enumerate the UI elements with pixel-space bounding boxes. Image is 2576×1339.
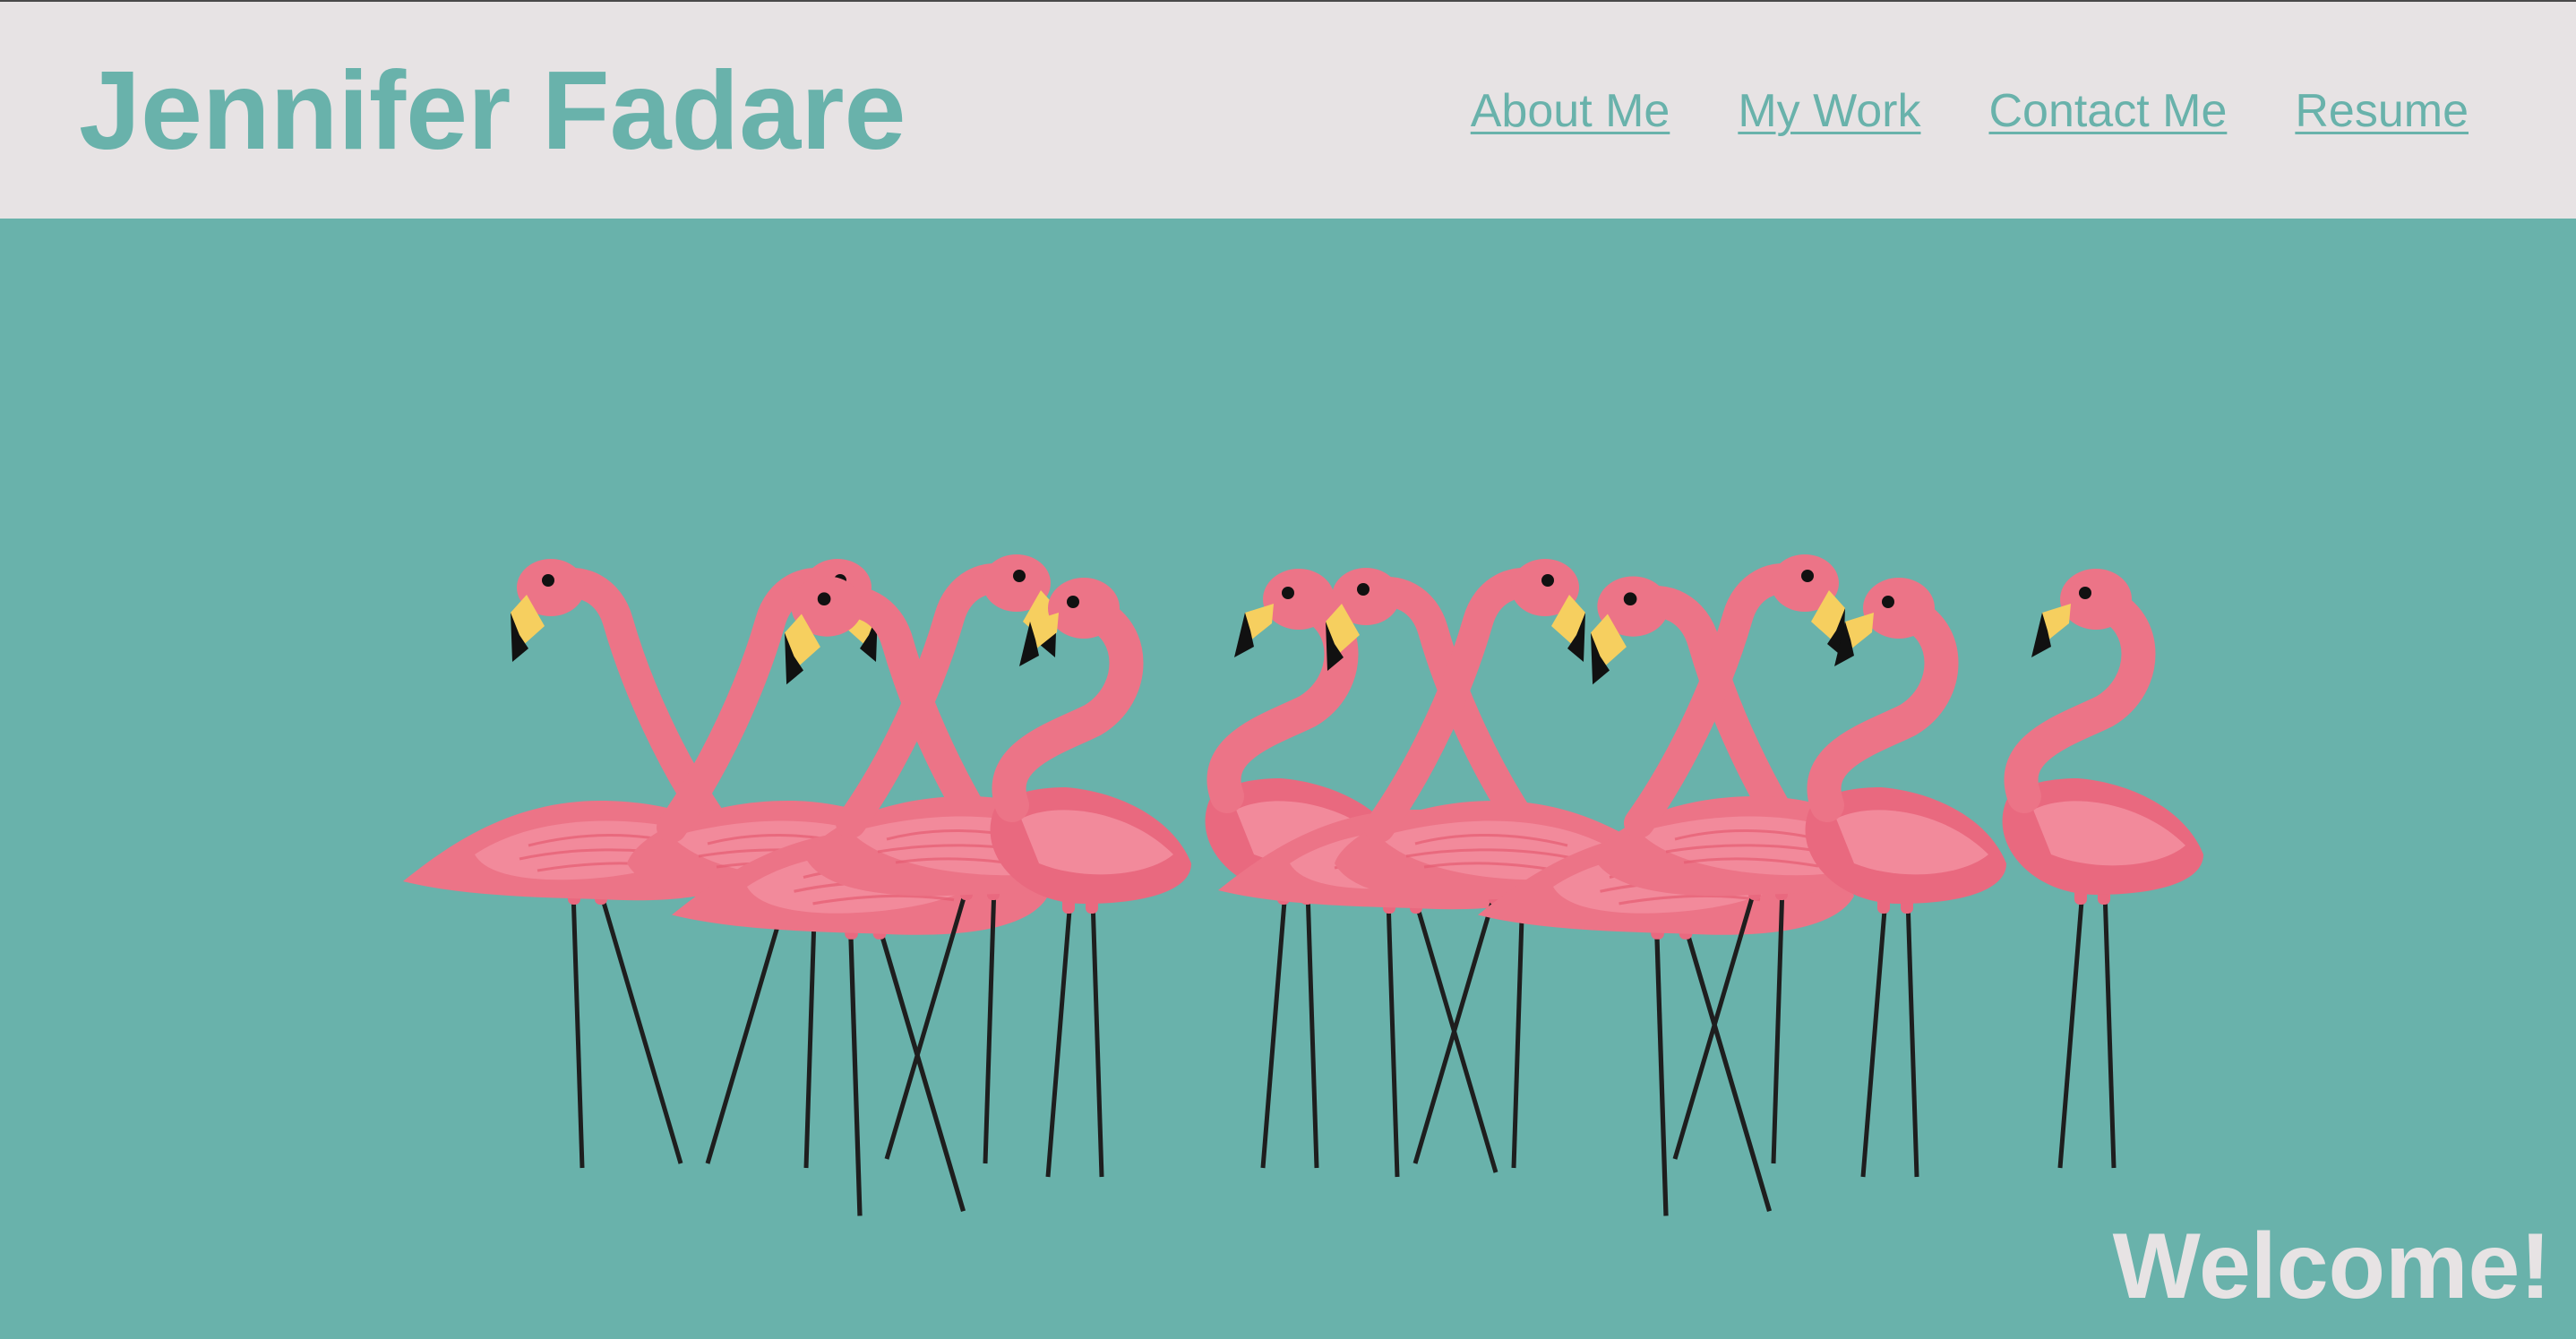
- flamingo-flock-illustration: [0, 219, 2576, 1339]
- nav-link-about-me[interactable]: About Me: [1471, 82, 1670, 140]
- flamingo: [1806, 578, 2006, 1177]
- flamingo: [991, 578, 1191, 1177]
- main-nav: About Me My Work Contact Me Resume: [1471, 82, 2469, 140]
- hero-section: Welcome!: [0, 219, 2576, 1339]
- nav-link-contact-me[interactable]: Contact Me: [1988, 82, 2227, 140]
- site-header: Jennifer Fadare About Me My Work Contact…: [0, 2, 2576, 219]
- flamingo: [2003, 569, 2203, 1168]
- welcome-heading: Welcome!: [2112, 1215, 2551, 1318]
- site-title[interactable]: Jennifer Fadare: [79, 48, 906, 174]
- flamingo: [1478, 577, 1854, 1216]
- nav-link-resume[interactable]: Resume: [2295, 82, 2469, 140]
- nav-link-my-work[interactable]: My Work: [1738, 82, 1920, 140]
